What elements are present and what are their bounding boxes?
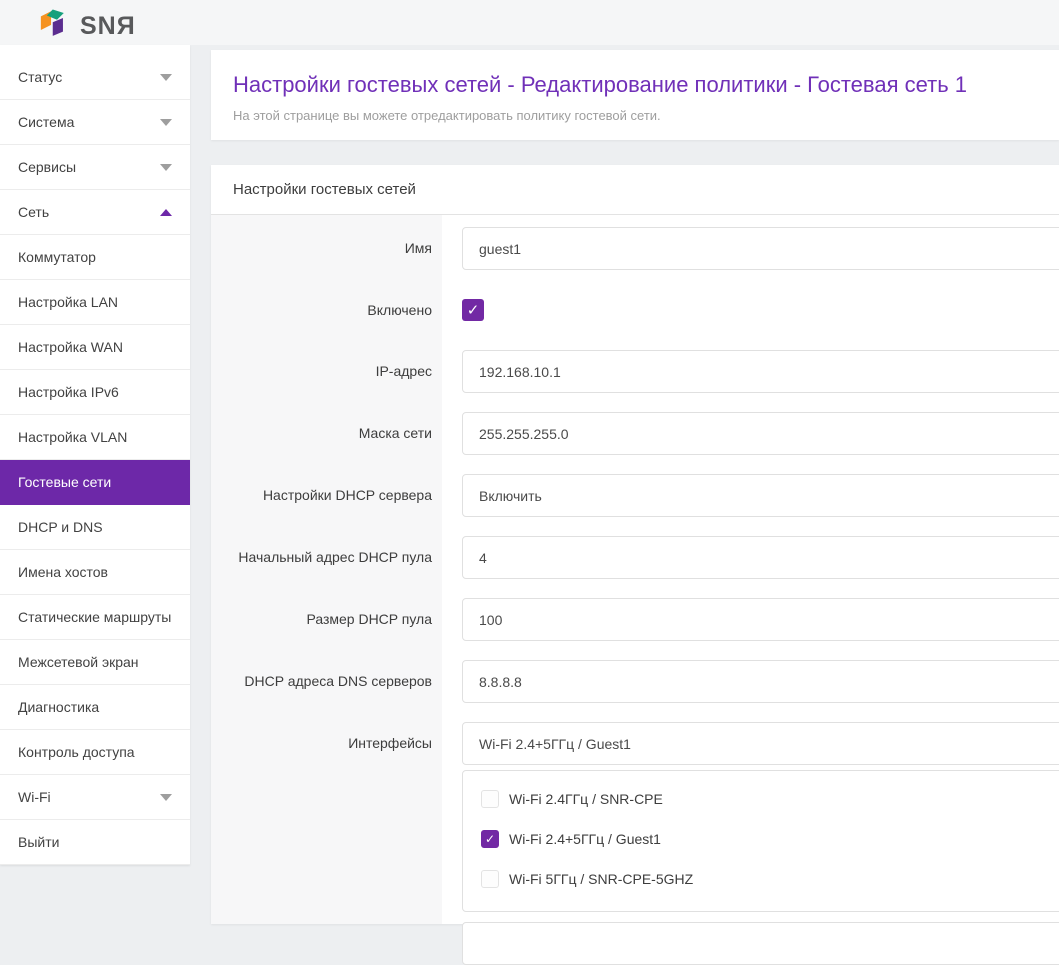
dhcp-server-select[interactable]: Включить [462, 474, 1059, 517]
sidebar-item-label: Выйти [18, 834, 59, 850]
name-field-label: Имя [211, 240, 432, 257]
sidebar-item-wan-settings[interactable]: Настройка WAN [0, 325, 190, 370]
interfaces-selected-value: Wi-Fi 2.4+5ГГц / Guest1 [479, 736, 631, 752]
interfaces-options-listbox: Wi-Fi 2.4ГГц / SNR-CPE Wi-Fi 2.4+5ГГц / … [462, 770, 1059, 912]
dhcp-pool-start-value: 4 [479, 550, 487, 566]
form-body: Имя guest1 Включено IP-адрес 192.168.10.… [211, 215, 1059, 924]
sidebar-item-services[interactable]: Сервисы [0, 145, 190, 190]
dhcp-dns-field-label: DHCP адреса DNS серверов [211, 673, 432, 690]
page-subtitle: На этой странице вы можете отредактирова… [233, 108, 661, 123]
checkbox-unchecked-icon[interactable] [481, 790, 499, 808]
interface-option-label: Wi-Fi 5ГГц / SNR-CPE-5GHZ [509, 870, 693, 888]
next-input-partial [462, 922, 1059, 965]
page-title-card: Настройки гостевых сетей - Редактировани… [211, 50, 1059, 140]
interface-option-snr-cpe[interactable]: Wi-Fi 2.4ГГц / SNR-CPE [481, 790, 663, 808]
sidebar-item-label: Настройка VLAN [18, 429, 127, 445]
sidebar-item-static-routes[interactable]: Статические маршруты [0, 595, 190, 640]
dhcp-pool-size-value: 100 [479, 612, 502, 628]
sidebar-item-label: Коммутатор [18, 249, 96, 265]
form-label-column [211, 215, 442, 924]
sidebar-nav: Статус Система Сервисы Сеть Коммутатор Н… [0, 45, 190, 865]
sidebar-item-label: Система [18, 114, 74, 130]
interfaces-select[interactable]: Wi-Fi 2.4+5ГГц / Guest1 [462, 722, 1059, 765]
sidebar-item-access-control[interactable]: Контроль доступа [0, 730, 190, 775]
dhcp-dns-value: 8.8.8.8 [479, 674, 522, 690]
checkbox-unchecked-icon[interactable] [481, 870, 499, 888]
chevron-down-icon [160, 794, 172, 801]
sidebar-item-dhcp-dns[interactable]: DHCP и DNS [0, 505, 190, 550]
sidebar-item-label: Имена хостов [18, 564, 108, 580]
chevron-down-icon [160, 74, 172, 81]
page-title: Настройки гостевых сетей - Редактировани… [233, 72, 967, 98]
form-section-title: Настройки гостевых сетей [211, 165, 1059, 215]
interface-option-snr-cpe-5ghz[interactable]: Wi-Fi 5ГГц / SNR-CPE-5GHZ [481, 870, 693, 888]
enabled-field-label: Включено [211, 302, 432, 319]
checkbox-checked-icon[interactable] [481, 830, 499, 848]
brand-logo[interactable]: SNЯ [40, 7, 136, 46]
dhcp-server-field-label: Настройки DHCP сервера [211, 487, 432, 504]
sidebar-item-diagnostics[interactable]: Диагностика [0, 685, 190, 730]
sidebar-item-wifi[interactable]: Wi-Fi [0, 775, 190, 820]
sidebar-item-system[interactable]: Система [0, 100, 190, 145]
dhcp-pool-size-input[interactable]: 100 [462, 598, 1059, 641]
dhcp-server-value: Включить [479, 488, 542, 504]
sidebar-item-label: Контроль доступа [18, 744, 135, 760]
interface-option-label: Wi-Fi 2.4ГГц / SNR-CPE [509, 790, 663, 808]
sidebar-item-switch[interactable]: Коммутатор [0, 235, 190, 280]
sidebar-item-label: Настройка LAN [18, 294, 118, 310]
sidebar-item-lan-settings[interactable]: Настройка LAN [0, 280, 190, 325]
logo-text: SNЯ [80, 12, 136, 41]
sidebar-item-guest-networks[interactable]: Гостевые сети [0, 460, 190, 505]
interfaces-field-label: Интерфейсы [211, 735, 432, 752]
sidebar-item-label: Wi-Fi [18, 789, 51, 805]
chevron-down-icon [160, 164, 172, 171]
sidebar-item-hostnames[interactable]: Имена хостов [0, 550, 190, 595]
sidebar-item-vlan-settings[interactable]: Настройка VLAN [0, 415, 190, 460]
interface-option-label: Wi-Fi 2.4+5ГГц / Guest1 [509, 830, 661, 848]
dhcp-dns-input[interactable]: 8.8.8.8 [462, 660, 1059, 703]
enabled-checkbox[interactable] [462, 299, 484, 321]
sidebar-item-label: Статические маршруты [18, 609, 171, 625]
sidebar-item-label: Статус [18, 69, 62, 85]
logo-cube-icon [40, 7, 74, 46]
ip-address-value: 192.168.10.1 [479, 364, 561, 380]
chevron-down-icon [160, 119, 172, 126]
sidebar-item-label: Диагностика [18, 699, 99, 715]
sidebar-item-firewall[interactable]: Межсетевой экран [0, 640, 190, 685]
ip-address-input[interactable]: 192.168.10.1 [462, 350, 1059, 393]
netmask-field-label: Маска сети [211, 425, 432, 442]
netmask-value: 255.255.255.0 [479, 426, 569, 442]
netmask-input[interactable]: 255.255.255.0 [462, 412, 1059, 455]
name-input[interactable]: guest1 [462, 227, 1059, 270]
ip-address-field-label: IP-адрес [211, 363, 432, 380]
sidebar-item-label: DHCP и DNS [18, 519, 103, 535]
top-header-bar: SNЯ [0, 0, 1059, 45]
dhcp-pool-start-input[interactable]: 4 [462, 536, 1059, 579]
chevron-up-icon [160, 209, 172, 216]
sidebar-item-logout[interactable]: Выйти [0, 820, 190, 865]
guest-network-form-card: Настройки гостевых сетей Имя guest1 Вклю… [211, 165, 1059, 924]
dhcp-pool-size-field-label: Размер DHCP пула [211, 611, 432, 628]
sidebar-item-label: Настройка IPv6 [18, 384, 119, 400]
sidebar-item-label: Гостевые сети [18, 474, 111, 490]
dhcp-pool-start-field-label: Начальный адрес DHCP пула [211, 549, 432, 566]
sidebar-item-network[interactable]: Сеть [0, 190, 190, 235]
sidebar-item-label: Межсетевой экран [18, 654, 139, 670]
sidebar-item-status[interactable]: Статус [0, 55, 190, 100]
sidebar-item-label: Сеть [18, 204, 49, 220]
sidebar-item-label: Сервисы [18, 159, 76, 175]
sidebar-item-ipv6-settings[interactable]: Настройка IPv6 [0, 370, 190, 415]
interface-option-guest1[interactable]: Wi-Fi 2.4+5ГГц / Guest1 [481, 830, 661, 848]
sidebar-item-label: Настройка WAN [18, 339, 123, 355]
name-input-value: guest1 [479, 241, 521, 257]
